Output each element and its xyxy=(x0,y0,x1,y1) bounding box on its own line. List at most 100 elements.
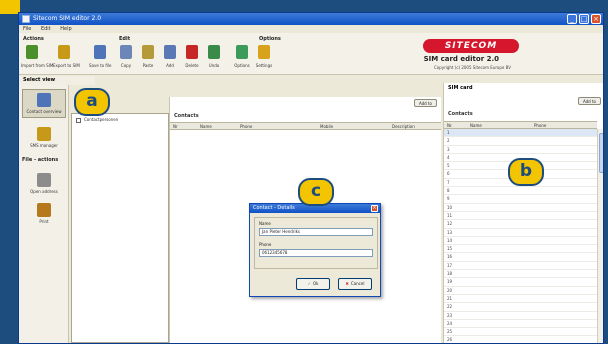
save-file-icon xyxy=(94,45,106,59)
col-mobile[interactable]: Mobile xyxy=(320,123,333,130)
sim-add-to-button[interactable]: Add to xyxy=(577,97,601,105)
name-label: Name xyxy=(259,221,271,226)
expand-icon[interactable] xyxy=(76,117,81,123)
sim-row[interactable]: 8 xyxy=(444,187,597,196)
sim-row[interactable]: 26 xyxy=(444,336,597,343)
sim-row[interactable]: 2 xyxy=(444,137,597,146)
sim-col-phone[interactable]: Phone xyxy=(534,122,546,129)
settings-button[interactable]: Settings xyxy=(253,45,275,68)
phone-field[interactable]: 0612345678 xyxy=(259,249,373,257)
paste-icon xyxy=(142,45,154,59)
maximize-button[interactable]: □ xyxy=(579,14,589,24)
window-title: Sitecom SIM editor 2.0 xyxy=(33,15,102,22)
ok-button[interactable]: ✓ Ok xyxy=(296,278,330,290)
col-name[interactable]: Name xyxy=(200,123,212,130)
import-from-sim-button[interactable]: Import from SIM xyxy=(21,45,53,68)
minimize-button[interactable]: _ xyxy=(567,14,577,24)
sim-row[interactable]: 25 xyxy=(444,328,597,337)
col-description[interactable]: Description xyxy=(392,123,415,130)
sim-col-nr[interactable]: Nr. xyxy=(447,122,453,129)
pc-add-to-button[interactable]: Add to xyxy=(413,99,437,107)
app-icon xyxy=(22,15,30,23)
sim-import-icon xyxy=(26,45,38,59)
toolbar: Actions Edit Options Import from SIM Exp… xyxy=(19,33,603,75)
sim-row[interactable]: 16 xyxy=(444,253,597,262)
add-contact-icon xyxy=(164,45,176,59)
callout-badge-b: b xyxy=(508,158,544,186)
copy-icon xyxy=(120,45,132,59)
file-actions-heading: File - actions xyxy=(22,157,59,163)
sim-grid-header: Nr. Name Phone xyxy=(444,121,597,129)
sim-row[interactable]: 19 xyxy=(444,278,597,287)
sidebar-item-sms-manager[interactable]: SMS manager xyxy=(22,127,66,148)
cancel-button[interactable]: ✖ Cancel xyxy=(338,278,372,290)
sim-row[interactable]: 11 xyxy=(444,212,597,221)
copy-button[interactable]: Copy xyxy=(115,45,137,68)
col-nr[interactable]: Nr xyxy=(173,123,178,130)
sim-row[interactable]: 13 xyxy=(444,229,597,237)
pc-contacts-label: Contacts xyxy=(174,113,199,119)
sms-icon xyxy=(37,127,51,141)
sim-row[interactable]: 18 xyxy=(444,270,597,279)
settings-icon xyxy=(258,45,270,59)
scrollbar-thumb[interactable] xyxy=(599,133,603,173)
add-button[interactable]: Add xyxy=(159,45,181,68)
col-phone[interactable]: Phone xyxy=(240,123,252,130)
corner-accent xyxy=(0,0,20,14)
delete-button[interactable]: Delete xyxy=(181,45,203,68)
sim-row[interactable]: 24 xyxy=(444,320,597,329)
sim-row[interactable]: 9 xyxy=(444,195,597,204)
sidebar-item-open-address[interactable]: Open address xyxy=(22,173,66,194)
title-bar[interactable]: Sitecom SIM editor 2.0 _ □ × xyxy=(19,13,603,25)
sim-row[interactable]: 10 xyxy=(444,204,597,212)
sim-row[interactable]: 1 xyxy=(444,129,597,138)
sim-row[interactable]: 20 xyxy=(444,287,597,295)
sidebar-item-contact-overview[interactable]: Contact overview xyxy=(22,89,66,118)
sim-scrollbar[interactable] xyxy=(597,129,603,343)
dialog-close-button[interactable]: × xyxy=(371,205,378,212)
options-icon xyxy=(236,45,248,59)
name-field[interactable]: Jan Pieter Hendriks xyxy=(259,228,373,236)
menu-edit[interactable]: Edit xyxy=(41,26,51,32)
sim-row[interactable]: 14 xyxy=(444,237,597,246)
sim-row[interactable]: 12 xyxy=(444,220,597,229)
sim-card-panel: SIM card Add to Contacts Nr. Name Phone … xyxy=(443,83,603,343)
undo-button[interactable]: Undo xyxy=(203,45,225,68)
sitecom-logo: SITECOM xyxy=(423,39,519,53)
select-view-header: Select view xyxy=(19,76,95,85)
check-icon: ✓ xyxy=(307,281,311,286)
contacts-icon xyxy=(37,93,51,107)
cancel-icon: ✖ xyxy=(345,281,349,286)
sim-row[interactable]: 21 xyxy=(444,295,597,304)
options-button[interactable]: Options xyxy=(231,45,253,68)
sim-row[interactable]: 17 xyxy=(444,262,597,271)
sim-export-icon xyxy=(58,45,70,59)
pc-grid-header: Nr Name Phone Mobile Description xyxy=(170,122,441,130)
undo-icon xyxy=(208,45,220,59)
contact-details-dialog: Contact - Details × Name Jan Pieter Hend… xyxy=(249,203,381,297)
sidebar: Contact overview SMS manager File - acti… xyxy=(19,85,69,343)
menu-help[interactable]: Help xyxy=(60,26,71,32)
close-button[interactable]: × xyxy=(591,14,601,24)
group-label-options: Options xyxy=(259,36,281,42)
sim-row[interactable]: 3 xyxy=(444,146,597,154)
sim-row[interactable]: 23 xyxy=(444,312,597,320)
export-to-sim-button[interactable]: Export to SIM xyxy=(53,45,80,68)
delete-icon xyxy=(186,45,198,59)
sim-row[interactable]: 15 xyxy=(444,245,597,254)
tree-root-item[interactable]: Contactpersonen xyxy=(76,117,118,123)
sidebar-item-print[interactable]: Print xyxy=(22,203,66,224)
menu-file[interactable]: File xyxy=(23,26,31,32)
save-to-file-button[interactable]: Save to file xyxy=(89,45,111,68)
menu-bar: File Edit Help xyxy=(19,25,603,33)
callout-badge-a: a xyxy=(74,88,110,116)
sim-row[interactable]: 22 xyxy=(444,303,597,312)
contact-tree: Contactpersonen xyxy=(71,113,169,343)
copyright-text: Copyright (c) 2005 Sitecom Europe BV xyxy=(433,65,511,70)
sim-card-title: SIM card xyxy=(448,85,473,91)
product-name: SIM card editor 2.0 xyxy=(423,55,499,63)
open-file-icon xyxy=(37,173,51,187)
sim-col-name[interactable]: Name xyxy=(470,122,482,129)
callout-badge-c: c xyxy=(298,178,334,206)
paste-button[interactable]: Paste xyxy=(137,45,159,68)
